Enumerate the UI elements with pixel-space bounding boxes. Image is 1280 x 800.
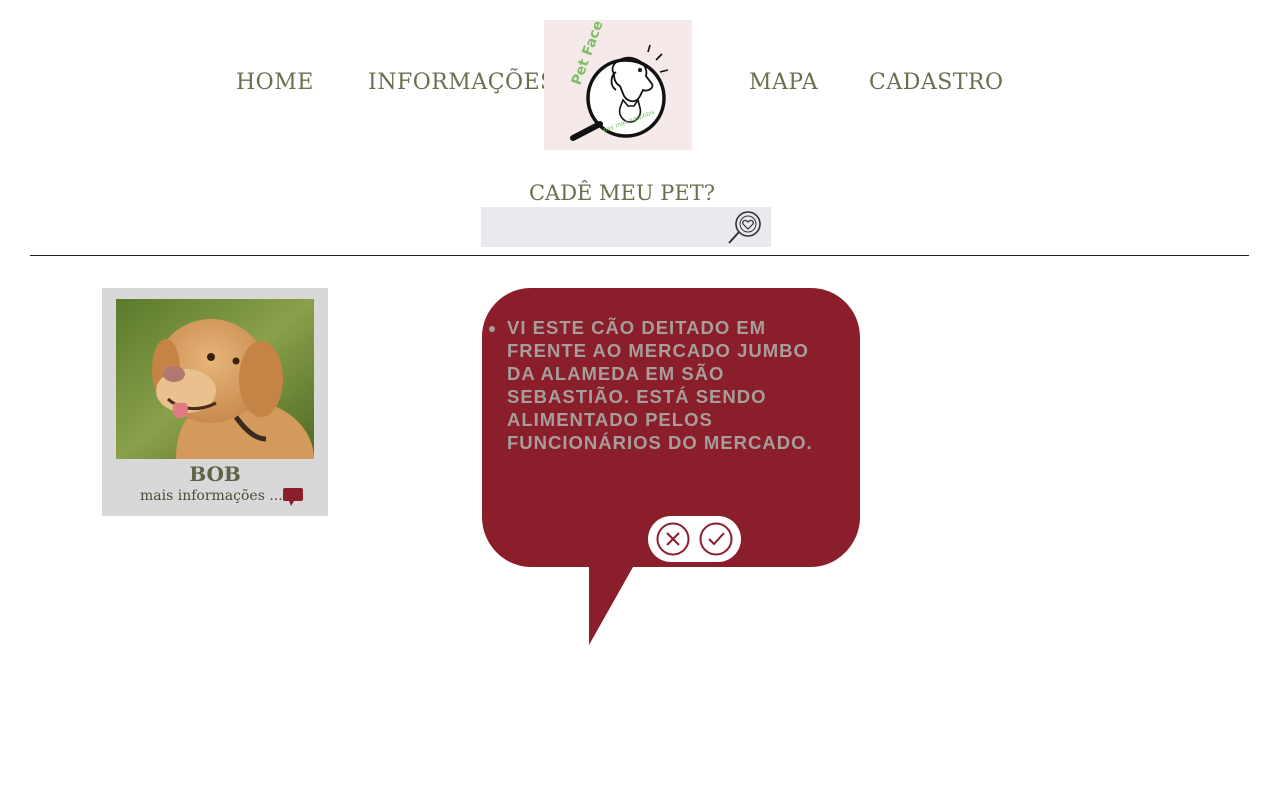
search-button[interactable]: [722, 207, 768, 247]
pet-face-logo[interactable]: Pet Face pay mao kaspobis: [544, 19, 692, 150]
nav-cadastro-link[interactable]: CADASTRO: [869, 70, 1004, 95]
pet-name: BOB: [189, 462, 241, 486]
dog-photo-image: [116, 299, 314, 459]
accept-button[interactable]: [699, 522, 733, 556]
section-divider: [30, 255, 1249, 256]
search-input[interactable]: [481, 207, 721, 247]
logo-magnifier-icon: Pet Face pay mao kaspobis: [569, 19, 669, 141]
nav-home-link[interactable]: HOME: [236, 70, 314, 95]
pet-card[interactable]: BOB mais informações ...: [102, 288, 328, 516]
pet-photo: [116, 299, 314, 459]
check-circle-icon: [699, 522, 733, 556]
nav-mapa-link[interactable]: MAPA: [749, 70, 818, 95]
comment-actions: [648, 516, 741, 562]
speech-bubble-icon[interactable]: [282, 487, 304, 507]
reject-button[interactable]: [656, 522, 690, 556]
comment-list: VI ESTE CÃO DEITADO EM FRENTE AO MERCADO…: [507, 316, 827, 454]
close-circle-icon: [656, 522, 690, 556]
nav-informacoes-link[interactable]: INFORMAÇÕES: [368, 70, 556, 95]
comment-text: VI ESTE CÃO DEITADO EM FRENTE AO MERCADO…: [507, 316, 827, 454]
more-info-link[interactable]: mais informações ...: [140, 488, 283, 504]
search-title: CADÊ MEU PET?: [528, 181, 715, 205]
magnifier-heart-icon: [728, 211, 761, 244]
